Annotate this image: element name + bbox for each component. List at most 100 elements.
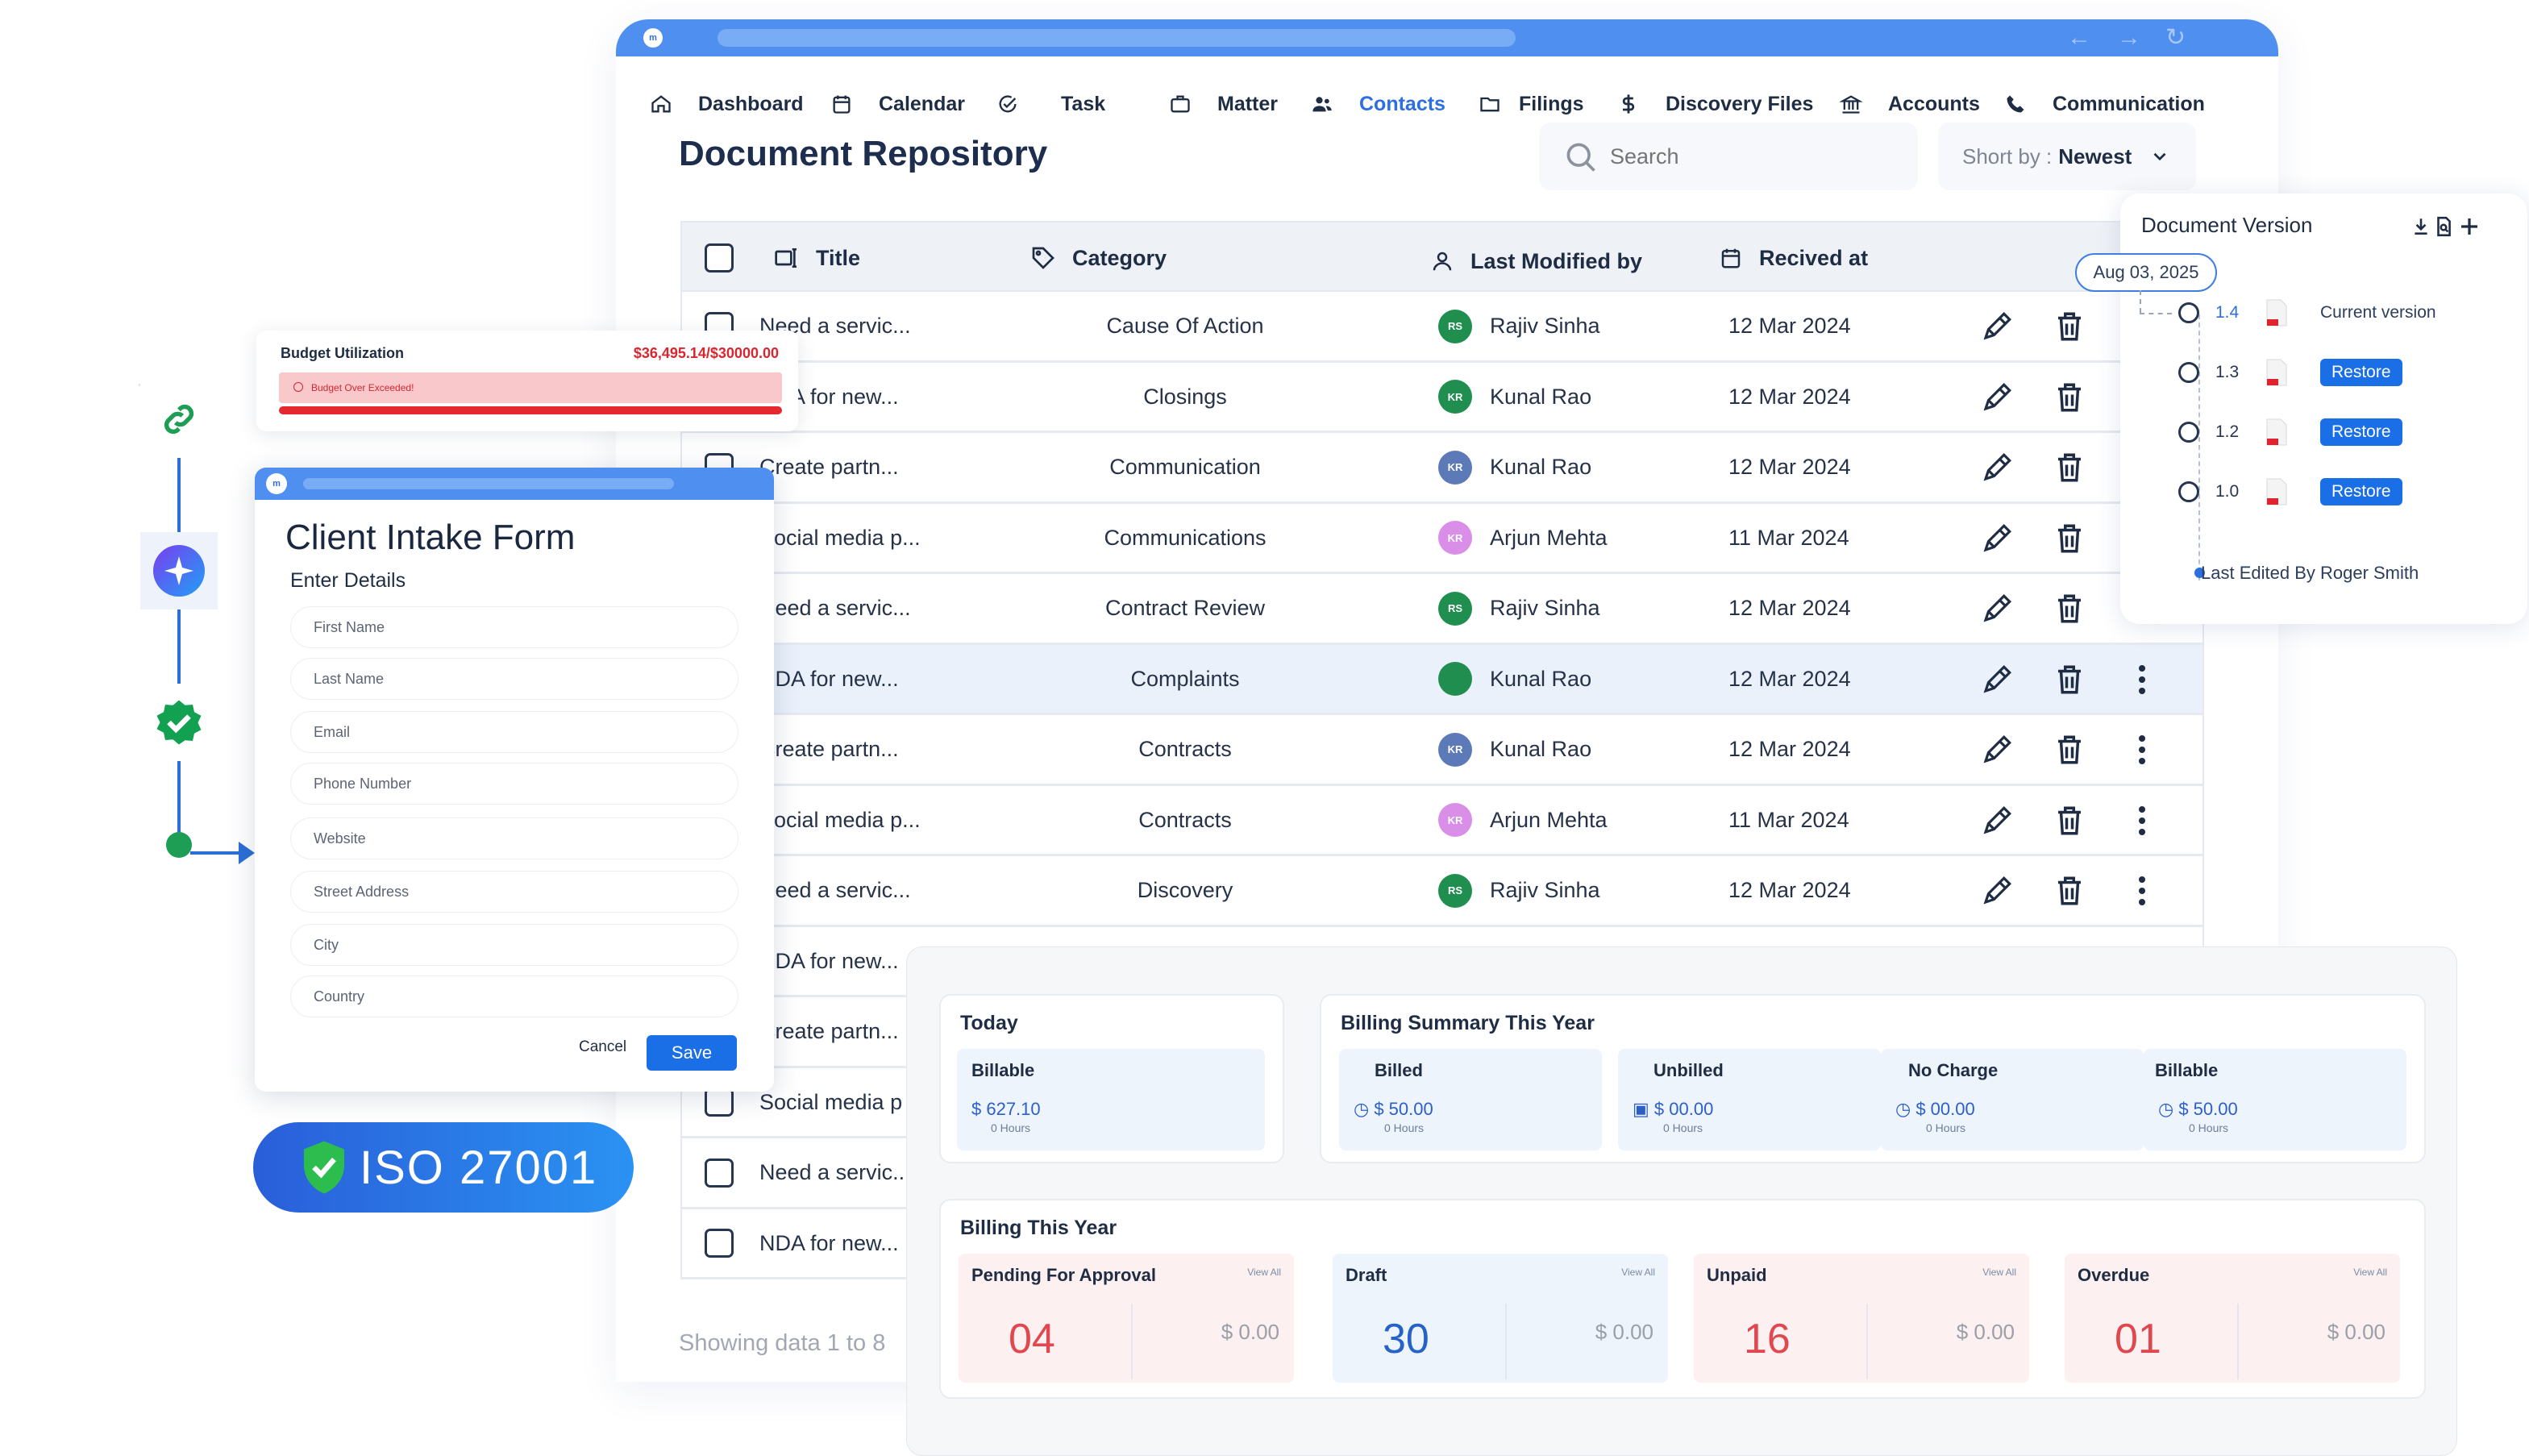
- row-title[interactable]: Social media p...: [759, 786, 921, 855]
- table-row[interactable]: Need a servic... Discovery RS Rajiv Sinha 12…: [680, 856, 2204, 927]
- nav-item-dashboard[interactable]: Dashboard: [650, 90, 804, 118]
- search-icon[interactable]: [1563, 139, 1599, 175]
- email-field[interactable]: [290, 711, 738, 753]
- workflow-node-verified[interactable]: [140, 684, 218, 761]
- edit-pencil-icon[interactable]: [1980, 733, 2014, 767]
- view-all-link[interactable]: View All: [1247, 1267, 1281, 1278]
- table-row[interactable]: Social media p... Communications KR Arjun M…: [680, 503, 2204, 574]
- version-radio[interactable]: [2178, 422, 2199, 443]
- street-address-field[interactable]: [290, 871, 738, 913]
- cancel-button[interactable]: Cancel: [579, 1038, 626, 1056]
- phone-number-field[interactable]: [290, 763, 738, 805]
- trash-icon[interactable]: [2053, 804, 2086, 838]
- row-title[interactable]: NDA for new...: [759, 1209, 899, 1278]
- trash-icon[interactable]: [2053, 381, 2086, 414]
- edit-pencil-icon[interactable]: [1980, 592, 2014, 626]
- row-title[interactable]: Create partn...: [759, 997, 899, 1066]
- overdue-card[interactable]: Overdue View All 01 $ 0.00: [2065, 1254, 2400, 1383]
- trash-icon[interactable]: [2053, 874, 2086, 908]
- edit-pencil-icon[interactable]: [1980, 310, 2014, 343]
- version-row[interactable]: 1.3 Restore: [2178, 356, 2402, 389]
- row-checkbox[interactable]: [705, 1158, 734, 1188]
- edit-pencil-icon[interactable]: [1980, 874, 2014, 908]
- view-all-link[interactable]: View All: [1621, 1267, 1655, 1278]
- unpaid-card[interactable]: Unpaid View All 16 $ 0.00: [1694, 1254, 2029, 1383]
- nav-item-calendar[interactable]: Calendar: [830, 90, 965, 118]
- edit-pencil-icon[interactable]: [1980, 804, 2014, 838]
- row-checkbox[interactable]: [705, 1229, 734, 1258]
- table-row[interactable]: Social media p... Contracts KR Arjun Mehta 1…: [680, 785, 2204, 856]
- url-bar[interactable]: [718, 29, 1516, 47]
- column-received[interactable]: Recived at: [1719, 223, 1868, 293]
- search-input[interactable]: [1610, 123, 1900, 190]
- table-row[interactable]: Create partn... Contracts KR Kunal Rao 12 Ma…: [680, 715, 2204, 786]
- edit-pencil-icon[interactable]: [1980, 381, 2014, 414]
- row-title[interactable]: NDA for new...: [759, 927, 899, 996]
- table-row[interactable]: NDA for new... Complaints Kunal Rao 12 Mar …: [680, 644, 2204, 715]
- download-icon[interactable]: [2410, 216, 2431, 237]
- workflow-node-link[interactable]: [140, 381, 218, 458]
- workflow-node-ai[interactable]: [140, 532, 218, 609]
- nav-item-contacts[interactable]: Contacts: [1311, 90, 1445, 118]
- city-field[interactable]: [290, 924, 738, 966]
- website-field[interactable]: [290, 817, 738, 859]
- trash-icon[interactable]: [2053, 733, 2086, 767]
- save-button[interactable]: Save: [647, 1035, 737, 1071]
- trash-icon[interactable]: [2053, 522, 2086, 555]
- column-title[interactable]: Title: [774, 223, 860, 293]
- restore-button[interactable]: Restore: [2320, 359, 2402, 386]
- edit-pencil-icon[interactable]: [1980, 663, 2014, 697]
- table-row[interactable]: Need a servic... Contract Review RS Rajiv S…: [680, 574, 2204, 645]
- row-title[interactable]: Need a servic...: [759, 574, 911, 643]
- version-radio[interactable]: [2178, 481, 2199, 502]
- restore-button[interactable]: Restore: [2320, 418, 2402, 446]
- more-options-icon[interactable]: [2125, 804, 2159, 838]
- last-name-field[interactable]: [290, 658, 738, 700]
- more-options-icon[interactable]: [2125, 874, 2159, 908]
- edit-pencil-icon[interactable]: [1980, 451, 2014, 485]
- row-title[interactable]: Social media p...: [759, 504, 921, 572]
- country-field[interactable]: [290, 976, 738, 1017]
- nav-item-matter[interactable]: Matter: [1169, 90, 1278, 118]
- nav-item-accounts[interactable]: Accounts: [1840, 90, 1980, 118]
- trash-icon[interactable]: [2053, 592, 2086, 626]
- row-checkbox[interactable]: [705, 1088, 734, 1117]
- row-title[interactable]: Create partn...: [759, 433, 899, 501]
- more-options-icon[interactable]: [2125, 733, 2159, 767]
- forward-arrow-icon[interactable]: →: [2117, 24, 2141, 52]
- nav-item-task[interactable]: Task: [996, 90, 1105, 118]
- nav-item-filings[interactable]: Filings: [1479, 90, 1584, 118]
- row-title[interactable]: Social media p: [759, 1068, 902, 1137]
- refresh-icon[interactable]: ↻: [2165, 24, 2186, 52]
- nav-item-communication[interactable]: Communication: [2004, 90, 2205, 118]
- trash-icon[interactable]: [2053, 663, 2086, 697]
- view-all-link[interactable]: View All: [1982, 1267, 2016, 1278]
- sort-dropdown[interactable]: Short by : Newest: [1938, 123, 2196, 190]
- row-title[interactable]: Create partn...: [759, 715, 899, 784]
- back-arrow-icon[interactable]: ←: [2067, 24, 2091, 52]
- table-row[interactable]: Need a servic... Cause Of Action RS Rajiv S…: [680, 292, 2204, 363]
- column-category[interactable]: Category: [1030, 223, 1167, 293]
- version-row[interactable]: 1.2 Restore: [2178, 416, 2402, 448]
- first-name-field[interactable]: [290, 606, 738, 648]
- table-row[interactable]: Create partn... Communication KR Kunal Rao 1…: [680, 433, 2204, 504]
- add-icon[interactable]: [2457, 214, 2481, 239]
- version-row-current[interactable]: 1.4 Current version: [2178, 297, 2436, 329]
- nav-item-discovery-files[interactable]: Discovery Files: [1617, 90, 1813, 118]
- pending-approval-card[interactable]: Pending For Approval View All 04 $ 0.00: [959, 1254, 1294, 1383]
- table-row[interactable]: NDA for new... Closings KR Kunal Rao 12 Mar …: [680, 362, 2204, 433]
- document-search-icon[interactable]: [2433, 216, 2454, 237]
- restore-button[interactable]: Restore: [2320, 478, 2402, 505]
- edit-pencil-icon[interactable]: [1980, 522, 2014, 555]
- draft-card[interactable]: Draft View All 30 $ 0.00: [1333, 1254, 1668, 1383]
- version-row[interactable]: 1.0 Restore: [2178, 476, 2402, 508]
- more-options-icon[interactable]: [2125, 663, 2159, 697]
- version-radio[interactable]: [2178, 302, 2199, 323]
- column-last-modified[interactable]: Last Modified by: [1430, 226, 1642, 297]
- select-all-checkbox[interactable]: [705, 243, 734, 272]
- trash-icon[interactable]: [2053, 310, 2086, 343]
- view-all-link[interactable]: View All: [2353, 1267, 2387, 1278]
- trash-icon[interactable]: [2053, 451, 2086, 485]
- row-title[interactable]: Need a servic...: [759, 856, 911, 925]
- row-title[interactable]: NDA for new...: [759, 645, 899, 713]
